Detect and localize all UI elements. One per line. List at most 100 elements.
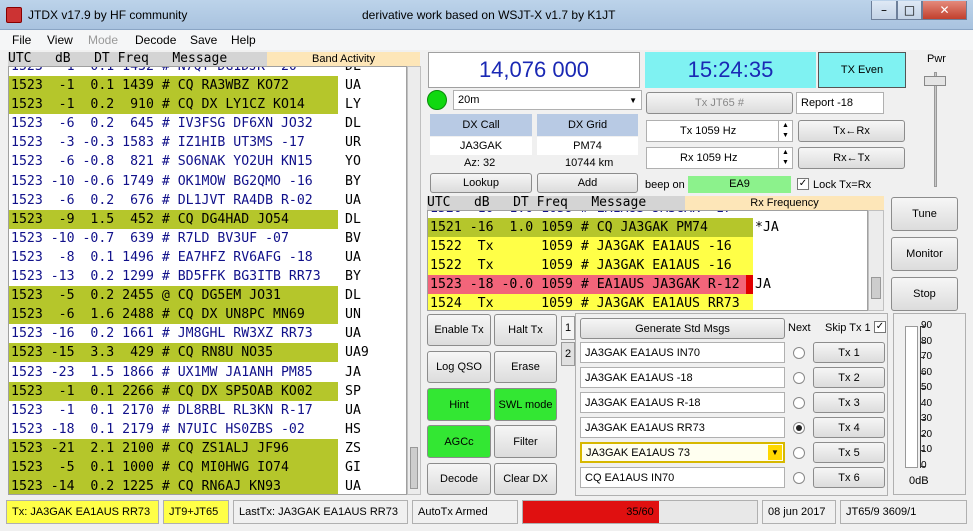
rx-frequency-list[interactable]: 1520 -10 1.0 1059 # EA1AUS JA3GAK -17 15… [427,210,868,311]
swl-mode-button[interactable]: SWL mode [494,388,557,421]
band-activity-row[interactable]: 1523 -14 0.2 1225 # CQ RN6AJ KN93 UA [9,477,406,494]
clear-dx-button[interactable]: Clear DX [494,463,557,495]
tx-message-field-6[interactable]: CQ EA1AUS IN70 [580,467,785,488]
filter-button[interactable]: Filter [494,425,557,458]
band-activity-row[interactable]: 1523 -6 -0.8 821 # SO6NAK YO2UH KN15 YO [9,152,406,171]
next-radio-3[interactable] [793,397,805,409]
band-activity-list[interactable]: 1523 -1 0.1 1432 # N7QT DG1DJK -20 DL 1523… [8,66,407,495]
tx-freq-spin-arrows[interactable]: ▲ ▼ [778,121,792,141]
band-activity-row[interactable]: 1523 -6 1.6 2488 # CQ DX UN8PC MN69 UN [9,305,406,325]
tx-freq-spinbox[interactable]: Tx 1059 Hz ▲ ▼ [646,120,793,142]
signal-meter-bar [905,326,918,468]
tx-message-field-1[interactable]: JA3GAK EA1AUS IN70 [580,342,785,363]
band-activity-row[interactable]: 1523 -18 0.1 2179 # N7UIC HS0ZBS -02 HS [9,420,406,439]
tx-3-button[interactable]: Tx 3 [813,392,885,413]
erase-button[interactable]: Erase [494,351,557,383]
next-radio-2[interactable] [793,372,805,384]
agcc-button[interactable]: AGCc [427,425,491,458]
rx-frequency-row[interactable]: 1522 Tx 1059 # JA3GAK EA1AUS -16 [428,256,867,276]
band-select[interactable]: 20m ▼ [453,90,642,110]
dx-call-field[interactable]: JA3GAK [430,137,532,155]
band-activity-row[interactable]: 1523 -8 0.1 1496 # EA7HFZ RV6AFG -18 UA [9,248,406,267]
monitor-button[interactable]: Monitor [891,237,958,271]
menu-file[interactable]: File [12,33,31,47]
tx-1-button[interactable]: Tx 1 [813,342,885,363]
maximize-button[interactable]: □ [897,1,922,20]
menu-view[interactable]: View [47,33,73,47]
scrollbar-thumb[interactable] [871,277,881,299]
lock-tx-rx-checkbox[interactable]: ✓ [797,178,809,190]
next-radio-6[interactable] [793,472,805,484]
rx-freq-spinbox[interactable]: Rx 1059 Hz ▲ ▼ [646,147,793,169]
band-activity-row[interactable]: 1523 -15 3.3 429 # CQ RN8U NO35 UA9 [9,343,406,363]
rx-frequency-row[interactable]: 1522 Tx 1059 # JA3GAK EA1AUS -16 [428,237,867,257]
dx-grid-field[interactable]: PM74 [537,137,638,155]
band-activity-row[interactable]: 1523 -6 0.2 645 # IV3FSG DF6XN JO32 DL [9,114,406,133]
band-activity-row[interactable]: 1523 -1 0.1 1439 # CQ RA3WBZ KO72 UA [9,76,406,96]
band-activity-row[interactable]: 1523 -9 1.5 452 # CQ DG4HAD JO54 DL [9,209,406,229]
close-button[interactable]: ✕ [922,1,967,20]
menu-help[interactable]: Help [231,33,256,47]
tx-message-field-2[interactable]: JA3GAK EA1AUS -18 [580,367,785,388]
rx-frequency-row[interactable]: 1521 -16 1.0 1059 # CQ JA3GAK PM74 *JA [428,218,867,238]
band-activity-row[interactable]: 1523 -5 0.2 2455 @ CQ DG5EM JO31 DL [9,286,406,306]
next-radio-4[interactable] [793,422,805,434]
beep-country-field[interactable]: EA9 [688,176,791,193]
menu-decode[interactable]: Decode [135,33,176,47]
band-activity-row[interactable]: 1523 -10 -0.7 639 # R7LD BV3UF -07 BV [9,229,406,248]
tx-message-field-5[interactable]: JA3GAK EA1AUS 73 ▼ [580,442,785,463]
tx-from-rx-button[interactable]: Tx←Rx [798,120,905,142]
band-activity-row[interactable]: 1523 -3 -0.3 1583 # IZ1HIB UT3MS -17 UR [9,133,406,152]
generate-std-msgs-button[interactable]: Generate Std Msgs [580,318,785,339]
rx-freq-spin-arrows[interactable]: ▲ ▼ [778,148,792,168]
next-radio-5[interactable] [793,447,805,459]
band-activity-row[interactable]: 1523 -13 0.2 1299 # BD5FFK BG3ITB RR73 BY [9,267,406,286]
hint-button[interactable]: Hint [427,388,491,421]
enable-tx-button[interactable]: Enable Tx [427,314,491,346]
band-activity-row[interactable]: 1523 -1 0.1 1432 # N7QT DG1DJK -20 DL [9,67,406,76]
minimize-button[interactable]: – [871,1,897,20]
tab-2[interactable]: 2 [561,342,575,366]
pwr-slider-handle[interactable] [924,76,946,86]
tx-6-button[interactable]: Tx 6 [813,467,885,488]
tx-message-text: JA3GAK EA1AUS 73 [586,446,690,459]
tx-2-button[interactable]: Tx 2 [813,367,885,388]
rx-frequency-scrollbar[interactable] [868,210,884,311]
rx-freq-value: Rx 1059 Hz [680,152,738,164]
band-activity-row[interactable]: 1523 -23 1.5 1866 # UX1MW JA1ANH PM85 JA [9,363,406,382]
band-activity-row[interactable]: 1523 -21 2.1 2100 # CQ ZS1ALJ JF96 ZS [9,438,406,458]
band-activity-row[interactable]: 1523 -1 0.1 2170 # DL8RBL RL3KN R-17 UA [9,401,406,420]
skip-tx1-checkbox[interactable]: ✓ [874,321,886,333]
tab-1[interactable]: 1 [561,316,575,340]
band-activity-row[interactable]: 1523 -1 0.2 910 # CQ DX LY1CZ KO14 LY [9,95,406,115]
tx-mode-button[interactable]: Tx JT65 # [646,92,793,114]
band-activity-row[interactable]: 1523 -1 0.1 2266 # CQ DX SP5OAB KO02 SP [9,381,406,401]
band-activity-scrollbar[interactable] [407,66,421,495]
tx-5-button[interactable]: Tx 5 [813,442,885,463]
report-spinbox[interactable]: Report -18 [796,92,884,114]
band-activity-row[interactable]: 1523 -5 0.1 1000 # CQ MI0HWG IO74 GI [9,457,406,477]
halt-tx-button[interactable]: Halt Tx [494,314,557,346]
pwr-slider-track[interactable] [934,72,937,187]
rx-frequency-row[interactable]: 1524 Tx 1059 # JA3GAK EA1AUS RR73 [428,294,867,310]
add-button[interactable]: Add [537,173,638,193]
band-activity-row[interactable]: 1523 -6 0.2 676 # DL1JVT RA4DB R-02 UA [9,191,406,210]
next-radio-1[interactable] [793,347,805,359]
band-activity-row[interactable]: 1523 -10 -0.6 1749 # OK1MOW BG2QMO -16 BY [9,172,406,191]
band-activity-row[interactable]: 1523 -16 0.2 1661 # JM8GHL RW3XZ RR73 UA [9,324,406,343]
tx-message-field-3[interactable]: JA3GAK EA1AUS R-18 [580,392,785,413]
tx-even-toggle[interactable]: TX Even [818,52,906,88]
rx-frequency-row[interactable]: 1523 -18 -0.0 1059 # EA1AUS JA3GAK R-12 J… [428,275,867,295]
lookup-button[interactable]: Lookup [430,173,532,193]
log-qso-button[interactable]: Log QSO [427,351,491,383]
decode-button[interactable]: Decode [427,463,491,495]
tx-4-button[interactable]: Tx 4 [813,417,885,438]
menu-mode[interactable]: Mode [88,33,118,47]
scrollbar-thumb[interactable] [410,447,418,489]
menu-save[interactable]: Save [190,33,217,47]
rx-from-tx-button[interactable]: Rx←Tx [798,147,905,169]
tx-message-field-4[interactable]: JA3GAK EA1AUS RR73 [580,417,785,438]
chevron-down-icon[interactable]: ▼ [768,445,782,460]
tune-button[interactable]: Tune [891,197,958,231]
stop-button[interactable]: Stop [891,277,958,311]
